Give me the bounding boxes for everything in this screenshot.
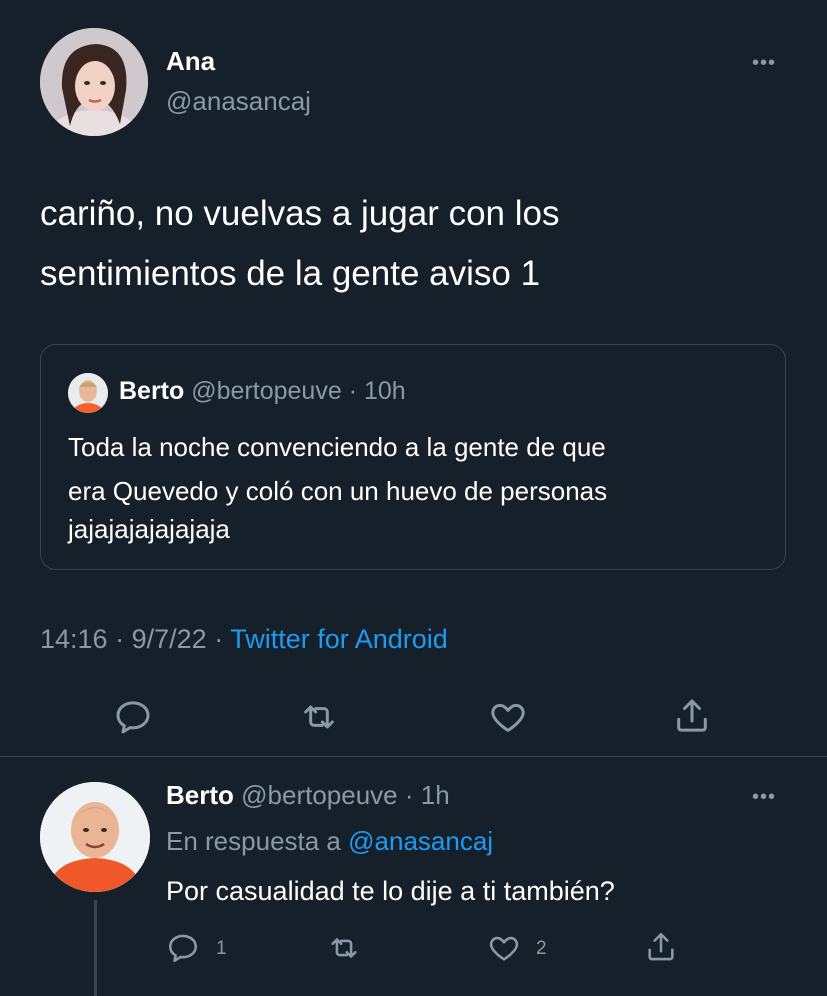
more-options-icon[interactable]: ••• [752, 786, 776, 809]
retweet-icon[interactable] [326, 931, 362, 965]
thread-line [94, 900, 97, 996]
reply-count: 1 [216, 938, 227, 959]
tweet-date[interactable]: 9/7/22 [132, 624, 207, 654]
reply-author-avatar[interactable] [40, 782, 150, 892]
reply-to-link[interactable]: @anasancaj [348, 826, 493, 856]
reply-timestamp[interactable]: 1h [421, 780, 450, 810]
reply-author-handle[interactable]: @bertopeuve [241, 780, 398, 810]
separator-dot: · [348, 377, 358, 405]
author-avatar[interactable] [40, 28, 148, 136]
like-icon[interactable] [487, 697, 529, 737]
reply-icon[interactable] [113, 697, 153, 737]
retweet-icon[interactable] [298, 697, 340, 737]
tweet-source-link[interactable]: Twitter for Android [230, 624, 448, 654]
tweet-time[interactable]: 14:16 [40, 624, 108, 654]
share-icon[interactable] [644, 929, 678, 965]
quoted-timestamp[interactable]: 10h [364, 377, 406, 405]
like-icon[interactable] [486, 931, 522, 965]
tweet-text-line: sentimientos de la gente aviso 1 [40, 254, 541, 293]
quoted-author-name[interactable]: Berto [119, 377, 184, 405]
reply-author-name[interactable]: Berto [166, 780, 234, 810]
reply-text: Por casualidad te lo dije a ti también? [166, 876, 615, 906]
like-count: 2 [536, 938, 547, 959]
quoted-tweet-card[interactable]: Berto @bertopeuve · 10h Toda la noche co… [40, 344, 786, 570]
tweet-text-line: cariño, no vuelvas a jugar con los [40, 194, 560, 233]
quoted-text-line: jajajajajajajaja [68, 514, 230, 544]
author-name[interactable]: Ana [166, 46, 215, 77]
reply-context-label: En respuesta a [166, 826, 341, 856]
reply-icon[interactable] [166, 931, 200, 965]
quoted-text-line: Toda la noche convenciendo a la gente de… [68, 432, 606, 462]
more-options-icon[interactable]: ••• [752, 52, 776, 75]
separator-dot: · [115, 624, 125, 654]
author-handle[interactable]: @anasancaj [166, 86, 311, 117]
separator-dot: · [404, 780, 414, 810]
divider [0, 756, 827, 757]
quoted-author-avatar[interactable] [68, 373, 108, 413]
share-icon[interactable] [672, 695, 712, 737]
separator-dot: · [214, 624, 224, 654]
quoted-author-handle[interactable]: @bertopeuve [191, 377, 341, 405]
quoted-text-line: era Quevedo y coló con un huevo de perso… [68, 476, 608, 506]
